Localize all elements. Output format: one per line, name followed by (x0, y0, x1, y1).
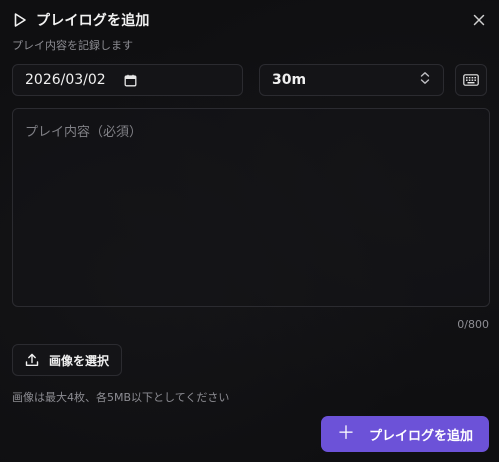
content-textarea-wrapper (12, 108, 490, 307)
duration-select[interactable]: 30m (259, 64, 444, 96)
close-icon (473, 14, 485, 26)
add-playlog-dialog: プレイログを追加 プレイ内容を記録します 2026/03/02 30m プレイ内… (0, 0, 499, 462)
dialog-title: プレイログを追加 (36, 13, 150, 29)
image-limit-note: 画像は最大4枚、各5MB以下としてください (12, 391, 230, 404)
date-input[interactable]: 2026/03/02 (12, 64, 243, 96)
content-textarea[interactable] (13, 109, 489, 306)
select-image-button[interactable]: 画像を選択 (12, 344, 123, 376)
close-button[interactable] (469, 10, 489, 30)
date-value: 2026/03/02 (25, 72, 106, 88)
char-counter: 0/800 (457, 318, 489, 331)
select-image-label: 画像を選択 (49, 353, 110, 368)
play-icon (12, 12, 28, 28)
date-duration-row: 2026/03/02 30m (12, 64, 487, 96)
keyboard-icon (463, 74, 479, 86)
add-playlog-label: プレイログを追加 (368, 428, 473, 444)
plus-icon: ＋ (336, 423, 355, 444)
keyboard-input-button[interactable] (455, 64, 487, 96)
upload-icon (25, 353, 39, 366)
dialog-subtitle: プレイ内容を記録します (12, 39, 133, 52)
duration-value: 30m (272, 72, 307, 88)
calendar-icon[interactable] (124, 74, 137, 87)
dialog-header: プレイログを追加 (12, 10, 150, 30)
add-playlog-button[interactable]: ＋ プレイログを追加 (321, 416, 489, 452)
chevron-updown-icon (419, 71, 431, 89)
